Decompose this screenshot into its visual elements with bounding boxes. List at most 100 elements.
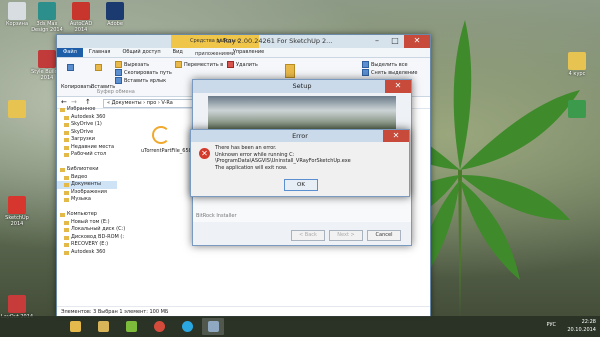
tab-file[interactable]: Файл bbox=[57, 48, 83, 57]
tab-share[interactable]: Общий доступ bbox=[116, 48, 166, 57]
clock[interactable]: 22:28 20.10.2014 bbox=[567, 318, 596, 334]
nav-label: Рабочий стол bbox=[71, 151, 107, 157]
nav-images[interactable]: Изображения bbox=[57, 189, 117, 197]
nav-label: Видео bbox=[71, 173, 88, 180]
nav-skydrive-1[interactable]: SkyDrive (1) bbox=[57, 121, 117, 129]
error-icon: ✕ bbox=[199, 148, 210, 159]
ok-button[interactable]: OK bbox=[284, 179, 318, 191]
copy-path-icon bbox=[115, 69, 122, 76]
back-arrow-icon[interactable]: ← bbox=[61, 98, 67, 106]
deselect-button[interactable]: Снять выделение bbox=[362, 69, 418, 76]
nav-recovery[interactable]: RECOVERY (E:) bbox=[57, 241, 117, 249]
cut-button[interactable]: Вырезать bbox=[115, 61, 149, 68]
nav-label: Локальный диск (C:) bbox=[71, 226, 126, 232]
download-icon bbox=[64, 138, 69, 142]
taskbar-green-app[interactable] bbox=[120, 318, 142, 335]
setup-title: Setup bbox=[292, 82, 312, 90]
close-button[interactable]: ✕ bbox=[404, 35, 430, 48]
desktop-icon-label: Adobe bbox=[107, 21, 123, 27]
up-arrow-icon[interactable]: ↑ bbox=[85, 98, 91, 106]
nav-computer[interactable]: Компьютер bbox=[57, 211, 117, 219]
desktop-icon-3dsmax[interactable]: 3ds Max Design 2014 bbox=[30, 2, 64, 33]
folder-icon bbox=[568, 52, 586, 70]
taskbar-explorer[interactable] bbox=[92, 318, 114, 335]
nav-drive-e[interactable]: Новый том (E:) bbox=[57, 219, 117, 227]
nav-desktop[interactable]: Рабочий стол bbox=[57, 151, 117, 159]
nav-downloads[interactable]: Загрузки bbox=[57, 136, 117, 144]
drive-icon bbox=[64, 243, 69, 247]
desktop-icon-folder[interactable] bbox=[0, 100, 34, 119]
nav-label: Избранное bbox=[67, 106, 96, 112]
nav-skydrive[interactable]: SkyDrive bbox=[57, 129, 117, 137]
layout-icon bbox=[8, 295, 26, 313]
taskbar-file-explorer[interactable] bbox=[64, 318, 86, 335]
tab-home[interactable]: Главная bbox=[83, 48, 117, 57]
disc-drive-icon bbox=[64, 235, 69, 240]
folder-icon bbox=[8, 100, 26, 118]
desktop-icon-excel[interactable] bbox=[560, 100, 594, 119]
nav-bd-rom[interactable]: Дисковод BD-ROM (: bbox=[57, 234, 124, 242]
move-to-button[interactable]: Переместить в bbox=[175, 61, 223, 68]
nav-label: Компьютер bbox=[67, 211, 97, 217]
desktop-icon-adobe[interactable]: Adobe bbox=[98, 2, 132, 27]
error-titlebar[interactable]: Error ✕ bbox=[191, 130, 409, 142]
desktop-icon-4-kurs[interactable]: 4 курс bbox=[560, 52, 594, 77]
nav-label: Музыка bbox=[71, 196, 91, 202]
nav-libraries[interactable]: Библиотеки bbox=[57, 166, 117, 174]
forward-arrow-icon[interactable]: → bbox=[71, 98, 77, 106]
autocad-icon bbox=[72, 2, 90, 20]
explorer-titlebar[interactable]: Средства работы с приложениями V-Ray 2.0… bbox=[57, 35, 430, 57]
taskbar-chrome[interactable] bbox=[148, 318, 170, 335]
ribbon-tabs: Файл Главная Общий доступ Вид Управление bbox=[57, 48, 430, 58]
cloud-icon bbox=[64, 123, 69, 127]
copy-button[interactable]: Копировать bbox=[61, 84, 92, 90]
utorrent-part-file-icon bbox=[152, 126, 170, 144]
next-button[interactable]: Next > bbox=[329, 230, 363, 241]
tab-view[interactable]: Вид bbox=[167, 48, 189, 57]
copy-icon bbox=[67, 64, 74, 71]
desktop-icon-sketchup[interactable]: SketchUp 2014 bbox=[0, 196, 34, 227]
copy-path-label: Скопировать путь bbox=[124, 69, 172, 76]
clock-time: 22:28 bbox=[581, 319, 596, 325]
setup-titlebar[interactable]: Setup ✕ bbox=[193, 80, 411, 93]
taskbar-setup[interactable] bbox=[202, 318, 224, 335]
minimize-button[interactable]: – bbox=[368, 35, 386, 48]
nav-label: SkyDrive (1) bbox=[71, 121, 102, 127]
taskbar: РУС 22:28 20.10.2014 bbox=[0, 316, 600, 337]
cancel-button[interactable]: Cancel bbox=[367, 230, 401, 241]
chrome-icon bbox=[153, 321, 165, 332]
error-close-button[interactable]: ✕ bbox=[383, 130, 409, 142]
desktop-icon-recycle-bin[interactable]: Корзина bbox=[0, 2, 34, 27]
taskbar-skype[interactable] bbox=[176, 318, 198, 335]
file-item[interactable]: uTorrentPartFile_65847D bbox=[141, 126, 202, 154]
status-bar: Элементов: 3 Выбран 1 элемент: 100 МБ bbox=[57, 306, 430, 316]
select-all-label: Выделить все bbox=[371, 61, 408, 68]
nav-autodesk360[interactable]: Autodesk 360 bbox=[57, 114, 117, 122]
nav-video[interactable]: Видео bbox=[57, 174, 117, 182]
nav-drive-c[interactable]: Локальный диск (C:) bbox=[57, 226, 125, 234]
cut-label: Вырезать bbox=[124, 61, 150, 68]
maximize-button[interactable]: □ bbox=[386, 35, 404, 48]
nav-documents[interactable]: Документы bbox=[57, 181, 117, 189]
delete-button[interactable]: Удалить bbox=[227, 61, 258, 68]
language-indicator[interactable]: РУС bbox=[546, 322, 556, 328]
documents-icon bbox=[64, 183, 69, 187]
desktop-icon-label: AutoCAD 2014 bbox=[69, 21, 93, 33]
copy-path-button[interactable]: Скопировать путь bbox=[115, 69, 172, 76]
nav-music[interactable]: Музыка bbox=[57, 196, 117, 204]
open-icon[interactable] bbox=[285, 64, 295, 78]
clock-date: 20.10.2014 bbox=[567, 327, 596, 333]
images-icon bbox=[64, 190, 69, 195]
nav-recent[interactable]: Недавние места bbox=[57, 144, 117, 152]
setup-close-button[interactable]: ✕ bbox=[385, 80, 411, 93]
desktop-icon-autocad[interactable]: AutoCAD 2014 bbox=[64, 2, 98, 33]
select-all-button[interactable]: Выделить все bbox=[362, 61, 408, 68]
back-button[interactable]: < Back bbox=[291, 230, 325, 241]
file-explorer-icon bbox=[69, 321, 81, 332]
copy-label: Копировать bbox=[61, 84, 93, 90]
nav-label: Изображения bbox=[71, 188, 107, 195]
nav-autodesk360-2[interactable]: Autodesk 360 bbox=[57, 249, 117, 257]
nav-favorites[interactable]: Избранное bbox=[57, 106, 117, 114]
paste-shortcut-button[interactable]: Вставить ярлык bbox=[115, 77, 166, 84]
